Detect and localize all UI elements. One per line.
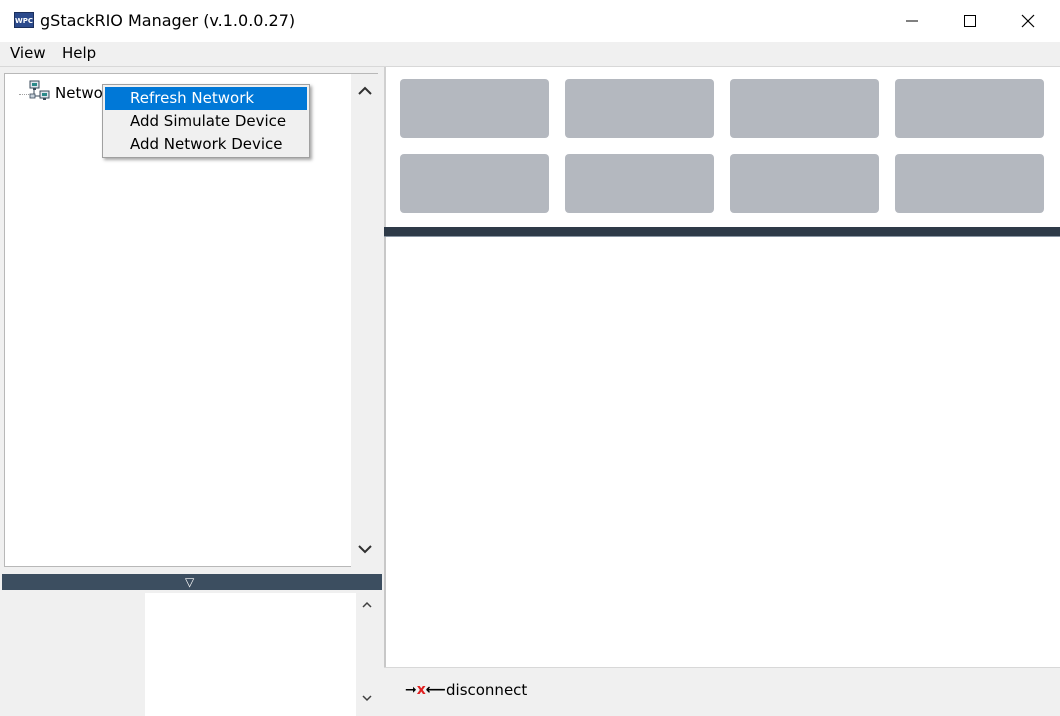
collapse-arrow-icon[interactable]: ▽ bbox=[185, 575, 194, 589]
scroll-up-icon[interactable] bbox=[358, 86, 372, 96]
minimize-button[interactable] bbox=[883, 0, 941, 42]
device-tile[interactable] bbox=[400, 154, 549, 213]
scroll-down-icon[interactable] bbox=[358, 544, 372, 554]
device-tile-area bbox=[384, 67, 1060, 227]
section-divider bbox=[384, 227, 1060, 237]
network-computers-icon bbox=[29, 80, 50, 100]
title-bar: WPC gStackRIO Manager (v.1.0.0.27) bbox=[0, 0, 1060, 42]
close-icon bbox=[1021, 14, 1035, 28]
device-tile[interactable] bbox=[730, 79, 879, 138]
property-label-column bbox=[6, 593, 145, 716]
maximize-button[interactable] bbox=[941, 0, 999, 42]
window-title: gStackRIO Manager (v.1.0.0.27) bbox=[40, 11, 296, 30]
device-tile[interactable] bbox=[895, 154, 1044, 213]
menu-view[interactable]: View bbox=[10, 44, 46, 62]
device-tile[interactable] bbox=[895, 79, 1044, 138]
main-content-area bbox=[384, 237, 1060, 667]
property-panel bbox=[6, 593, 378, 716]
menu-item-add-network-device[interactable]: Add Network Device bbox=[105, 133, 307, 156]
close-button[interactable] bbox=[999, 0, 1057, 42]
panel-splitter[interactable]: ▽ bbox=[2, 574, 382, 590]
minimize-icon bbox=[906, 20, 918, 22]
tree-scrollbar[interactable] bbox=[351, 74, 379, 568]
device-tile[interactable] bbox=[730, 154, 879, 213]
left-panel: Network ▽ bbox=[0, 67, 384, 716]
property-scrollbar[interactable] bbox=[356, 593, 378, 716]
scroll-up-icon[interactable] bbox=[362, 601, 372, 609]
context-menu: Refresh Network Add Simulate Device Add … bbox=[102, 84, 310, 158]
menu-item-add-simulate-device[interactable]: Add Simulate Device bbox=[105, 110, 307, 133]
maximize-icon bbox=[964, 15, 976, 27]
device-tile[interactable] bbox=[400, 79, 549, 138]
menu-help[interactable]: Help bbox=[62, 44, 96, 62]
scroll-down-icon[interactable] bbox=[362, 694, 372, 702]
menu-bar: View Help bbox=[0, 42, 1060, 67]
disconnected-plug-icon: ➞x⟵ bbox=[405, 682, 446, 698]
device-tile[interactable] bbox=[565, 154, 714, 213]
status-bar: ➞x⟵ disconnect bbox=[384, 667, 1060, 716]
app-logo-icon: WPC bbox=[14, 12, 34, 28]
device-tile[interactable] bbox=[565, 79, 714, 138]
connection-status: disconnect bbox=[446, 681, 528, 699]
menu-item-refresh-network[interactable]: Refresh Network bbox=[105, 87, 307, 110]
